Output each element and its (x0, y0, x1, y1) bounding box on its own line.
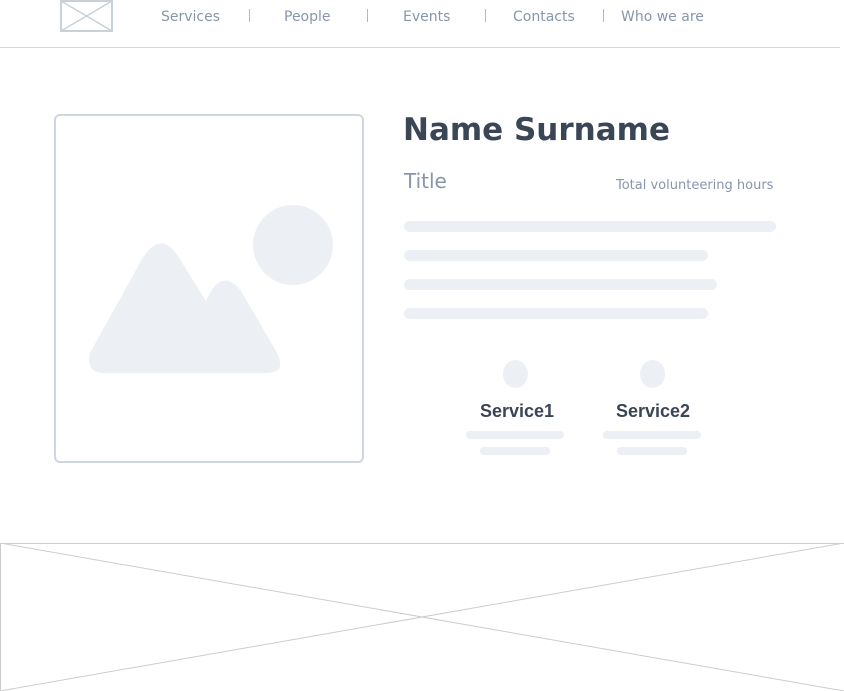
logo-placeholder-icon[interactable] (60, 0, 113, 32)
nav-link-who-we-are[interactable]: Who we are (621, 9, 704, 25)
bio-text-line (404, 308, 708, 319)
bio-text-line (404, 279, 717, 290)
service-icon (640, 360, 665, 388)
service-description-line (617, 447, 687, 455)
bio-text-line (404, 250, 708, 261)
profile-photo (54, 114, 364, 463)
service-icon (503, 360, 528, 388)
service-description-line (603, 431, 701, 439)
nav-link-services[interactable]: Services (161, 9, 220, 25)
person-title: Title (404, 169, 447, 193)
volunteering-hours-label: Total volunteering hours (616, 178, 774, 193)
person-name: Name Surname (403, 112, 670, 148)
nav-separator (249, 9, 250, 22)
nav-separator (603, 9, 604, 22)
nav-link-events[interactable]: Events (403, 9, 450, 25)
service-name: Service2 (616, 401, 691, 421)
nav-link-people[interactable]: People (284, 9, 331, 25)
page: Services People Events Contacts Who we a… (0, 0, 844, 691)
service-description-line (480, 447, 550, 455)
nav-separator (367, 9, 368, 22)
service-name: Service1 (480, 401, 555, 421)
bio-text-line (404, 221, 776, 232)
service-description-line (466, 431, 564, 439)
nav-link-contacts[interactable]: Contacts (513, 9, 575, 25)
image-placeholder-icon (89, 205, 333, 373)
banner-placeholder-icon (0, 543, 844, 691)
top-navigation: Services People Events Contacts Who we a… (0, 0, 840, 48)
nav-separator (485, 9, 486, 22)
